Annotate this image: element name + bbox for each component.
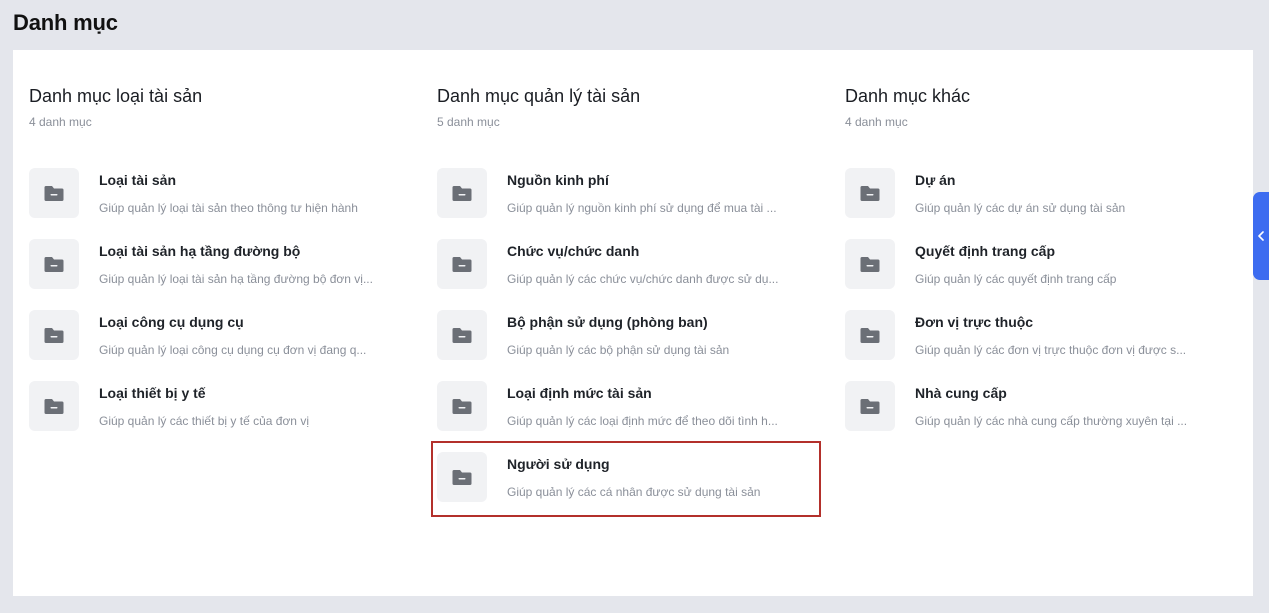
folder-icon	[845, 381, 895, 431]
folder-icon	[845, 168, 895, 218]
category-item-title: Bộ phận sử dụng (phòng ban)	[507, 314, 708, 330]
column-count: 4 danh mục	[845, 115, 908, 129]
folder-icon	[845, 310, 895, 360]
category-item[interactable]: Loại tài sản hạ tầng đường bộ Giúp quản …	[29, 239, 409, 310]
category-item-description: Giúp quản lý loại tài sản hạ tầng đường …	[99, 272, 373, 286]
category-item[interactable]: Quyết định trang cấp Giúp quản lý các qu…	[845, 239, 1225, 310]
catalog-panel: Danh mục loại tài sản 4 danh mục Loại tà…	[13, 50, 1253, 596]
category-item-selected[interactable]: Người sử dụng Giúp quản lý các cá nhân đ…	[437, 452, 817, 523]
column-title: Danh mục quản lý tài sản	[437, 86, 641, 106]
category-item[interactable]: Loại công cụ dụng cụ Giúp quản lý loại c…	[29, 310, 409, 381]
category-item-title: Nguồn kinh phí	[507, 172, 609, 188]
category-item[interactable]: Đơn vị trực thuộc Giúp quản lý các đơn v…	[845, 310, 1225, 381]
category-item-description: Giúp quản lý các thiết bị y tế của đơn v…	[99, 414, 309, 428]
folder-icon	[437, 168, 487, 218]
column-count: 4 danh mục	[29, 115, 92, 129]
folder-icon	[29, 168, 79, 218]
category-item-description: Giúp quản lý các đơn vị trực thuộc đơn v…	[915, 343, 1187, 357]
category-item-description: Giúp quản lý các chức vụ/chức danh được …	[507, 272, 779, 286]
column-count: 5 danh mục	[437, 115, 500, 129]
category-list: Loại tài sản Giúp quản lý loại tài sản t…	[29, 168, 429, 452]
folder-icon	[845, 239, 895, 289]
category-item-title: Loại định mức tài sản	[507, 385, 652, 401]
category-item-description: Giúp quản lý loại tài sản theo thông tư …	[99, 201, 358, 215]
category-item-title: Dự án	[915, 172, 956, 188]
category-item-description: Giúp quản lý các loại định mức để theo d…	[507, 414, 778, 428]
category-list: Nguồn kinh phí Giúp quản lý nguồn kinh p…	[437, 168, 837, 523]
page-title: Danh mục	[13, 10, 118, 35]
category-item-title: Chức vụ/chức danh	[507, 243, 640, 259]
side-panel-toggle[interactable]	[1253, 192, 1269, 280]
category-item-description: Giúp quản lý các quyết định trang cấp	[915, 272, 1117, 286]
category-item-title: Nhà cung cấp	[915, 385, 1007, 401]
category-item-title: Loại tài sản hạ tầng đường bộ	[99, 243, 301, 259]
folder-icon	[29, 381, 79, 431]
category-item-title: Loại công cụ dụng cụ	[99, 314, 244, 330]
category-item[interactable]: Nhà cung cấp Giúp quản lý các nhà cung c…	[845, 381, 1225, 452]
category-item-description: Giúp quản lý nguồn kinh phí sử dụng để m…	[507, 201, 777, 215]
category-item-title: Người sử dụng	[507, 456, 610, 472]
category-item[interactable]: Loại thiết bị y tế Giúp quản lý các thiế…	[29, 381, 409, 452]
category-item-description: Giúp quản lý các bộ phận sử dụng tài sản	[507, 343, 730, 357]
column-title: Danh mục loại tài sản	[29, 86, 203, 106]
category-item[interactable]: Chức vụ/chức danh Giúp quản lý các chức …	[437, 239, 817, 310]
category-list: Dự án Giúp quản lý các dự án sử dụng tài…	[845, 168, 1245, 452]
column-title: Danh mục khác	[845, 86, 971, 106]
chevron-left-icon	[1258, 231, 1264, 241]
category-item-title: Quyết định trang cấp	[915, 243, 1056, 259]
category-item[interactable]: Bộ phận sử dụng (phòng ban) Giúp quản lý…	[437, 310, 817, 381]
folder-icon	[29, 239, 79, 289]
folder-icon	[437, 452, 487, 502]
category-item-description: Giúp quản lý các nhà cung cấp thường xuy…	[915, 414, 1188, 428]
category-item-title: Loại thiết bị y tế	[99, 385, 206, 401]
category-item[interactable]: Dự án Giúp quản lý các dự án sử dụng tài…	[845, 168, 1225, 239]
folder-icon	[437, 381, 487, 431]
category-item-description: Giúp quản lý các cá nhân được sử dụng tà…	[507, 485, 761, 499]
folder-icon	[437, 310, 487, 360]
category-item[interactable]: Loại tài sản Giúp quản lý loại tài sản t…	[29, 168, 409, 239]
category-item-description: Giúp quản lý các dự án sử dụng tài sản	[915, 201, 1126, 215]
category-item-description: Giúp quản lý loại công cụ dụng cụ đơn vị…	[99, 343, 367, 357]
folder-icon	[29, 310, 79, 360]
category-item-title: Loại tài sản	[99, 172, 177, 188]
category-item[interactable]: Loại định mức tài sản Giúp quản lý các l…	[437, 381, 817, 452]
category-item-title: Đơn vị trực thuộc	[915, 314, 1034, 330]
category-item[interactable]: Nguồn kinh phí Giúp quản lý nguồn kinh p…	[437, 168, 817, 239]
folder-icon	[437, 239, 487, 289]
